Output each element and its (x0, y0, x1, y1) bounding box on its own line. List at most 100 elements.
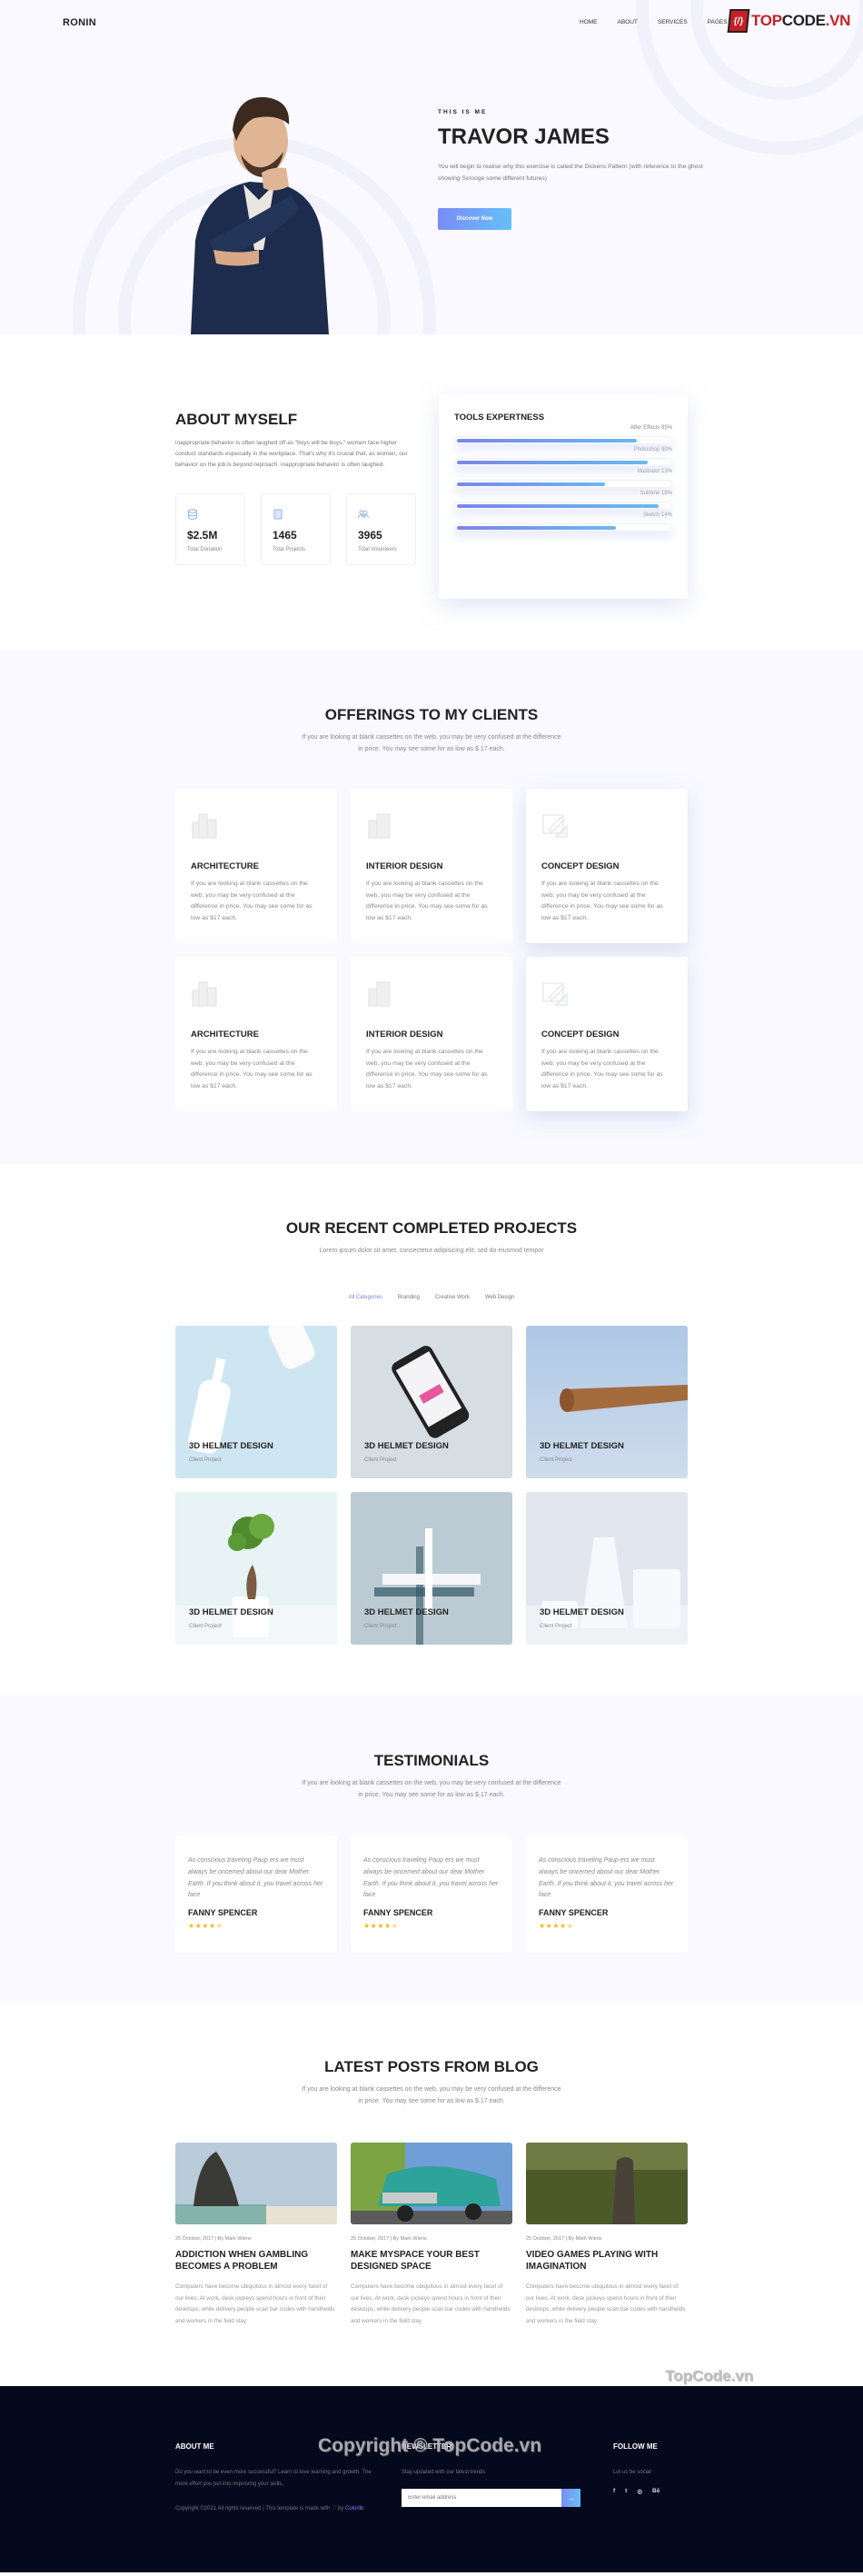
nav-about[interactable]: ABOUT (618, 19, 638, 25)
site-header: RONIN HOME ABOUT SERVICES PAGES {/} TOPC… (0, 0, 863, 45)
project-subtitle: Client Project (540, 1624, 572, 1629)
pen-ruler-photo (374, 1528, 481, 1645)
card-title: CONCEPT DESIGN (541, 861, 620, 871)
nav-pages[interactable]: PAGES (708, 19, 728, 25)
filter-creative-work[interactable]: Creative Work (435, 1295, 470, 1300)
projects-grid: 3D HELMET DESIGN Client Project 3D HELME… (175, 1326, 688, 1645)
post-meta: 25 October, 2017 | By Mark Wiens (175, 2236, 252, 2242)
phone-photo (392, 1346, 470, 1438)
project-card[interactable]: 3D HELMET DESIGN Client Project (175, 1326, 337, 1478)
stat-label: Total Volunteers (358, 547, 397, 552)
project-title: 3D HELMET DESIGN (540, 1441, 624, 1451)
about-description: inappropriate behavior is often laughed … (175, 440, 408, 468)
forest-rock-photo (526, 2143, 688, 2224)
tool-item: Sublime 18% (454, 491, 672, 510)
footer-about-title: ABOUT ME (175, 2442, 214, 2451)
tools-expertise-card: TOOLS EXPERTNESS After Effects 85% Photo… (439, 394, 688, 599)
testimonials-header: TESTIMONIALS If you are looking at blank… (0, 1752, 863, 1801)
progress-fill (457, 439, 638, 443)
nav-services[interactable]: SERVICES (658, 19, 688, 25)
footer-about: ABOUT ME Do you want to be even more suc… (175, 2442, 384, 2515)
testimonials-title: TESTIMONIALS (373, 1752, 490, 1769)
star-full-icon: ★ (363, 1922, 371, 1931)
star-full-icon: ★ (560, 1922, 567, 1931)
testimonials-subtitle: If you are looking at blank cassettes on… (302, 1780, 561, 1798)
progress-track (454, 502, 672, 510)
project-filters: All Categories Branding Creative Work We… (0, 1295, 863, 1300)
hero-content: THIS IS ME TRAVOR JAMES You will begin t… (438, 109, 710, 230)
star-full-icon: ★ (539, 1922, 546, 1931)
star-half-icon: ★ (215, 1922, 223, 1931)
facebook-icon[interactable]: f (613, 2488, 615, 2495)
project-card[interactable]: 3D HELMET DESIGN Client Project (351, 1492, 512, 1645)
main-nav: HOME ABOUT SERVICES PAGES (580, 19, 728, 25)
hero-kicker: THIS IS ME (438, 109, 488, 115)
project-card[interactable]: 3D HELMET DESIGN Client Project (175, 1492, 337, 1645)
offering-card[interactable]: CONCEPT DESIGN If you are looking at bla… (526, 957, 688, 1111)
post-title[interactable]: VIDEO GAMES PLAYING WITH IMAGINATION (526, 2250, 688, 2273)
card-description: If you are looking at blank cassettes on… (366, 1049, 488, 1089)
hero-description: You will begin to realise why this exerc… (438, 164, 703, 182)
post-image[interactable] (526, 2143, 688, 2224)
post-excerpt: Computers have become ubiquitous in almo… (526, 2283, 686, 2325)
filter-all-categories[interactable]: All Categories (349, 1295, 382, 1300)
subscribe-button[interactable]: → (561, 2488, 580, 2507)
tool-item: Sketch 14% (454, 512, 672, 532)
footer-follow-text: Let us be social (613, 2470, 651, 2475)
offering-card[interactable]: ARCHITECTURE If you are looking at blank… (175, 957, 337, 1111)
post-title[interactable]: ADDICTION WHEN GAMBLING BECOMES A PROBLE… (175, 2250, 337, 2273)
footer-about-text: Do you want to be even more successful? … (175, 2470, 372, 2487)
hero-person-photo (191, 96, 329, 334)
project-subtitle: Client Project (189, 1457, 222, 1463)
progress-fill (457, 504, 660, 508)
code-bracket-icon: {/} (727, 9, 750, 33)
stat-card: 3965 Total Volunteers (346, 493, 416, 565)
behance-icon[interactable]: Bē (652, 2488, 660, 2495)
beach-rock-photo (175, 2143, 337, 2224)
tools-list: After Effects 85% Photoshop 90% Illustra… (454, 425, 672, 532)
filter-web-design[interactable]: Web Design (485, 1295, 515, 1300)
colorlib-link[interactable]: Colorlib (345, 2506, 363, 2511)
post-image[interactable] (351, 2143, 512, 2224)
offering-card[interactable]: INTERIOR DESIGN If you are looking at bl… (351, 789, 512, 943)
project-subtitle: Client Project (189, 1624, 222, 1629)
stats-row: $2.5M Total Donation 1465 Total Projects… (175, 493, 416, 565)
dribbble-icon[interactable]: ◎ (637, 2488, 642, 2495)
buildings-icon (192, 813, 217, 839)
users-icon (358, 509, 369, 520)
project-card[interactable]: 3D HELMET DESIGN Client Project (526, 1492, 688, 1645)
offering-card[interactable]: ARCHITECTURE If you are looking at blank… (175, 789, 337, 943)
project-card[interactable]: 3D HELMET DESIGN Client Project (526, 1326, 688, 1478)
office-building-icon (368, 981, 391, 1007)
testimonial-author: FANNY SPENCER (188, 1908, 258, 1918)
filter-branding[interactable]: Branding (398, 1295, 420, 1300)
offerings-grid: ARCHITECTURE If you are looking at blank… (175, 789, 688, 1111)
testimonial-card: As conscious traveling Paup ers we must … (175, 1835, 337, 1953)
blog-post: 25 October, 2017 | By Mark Wiens VIDEO G… (526, 2143, 688, 2328)
brand-text: TOPCODE.VN (751, 12, 851, 29)
offering-card[interactable]: CONCEPT DESIGN If you are looking at bla… (526, 789, 688, 943)
project-card[interactable]: 3D HELMET DESIGN Client Project (351, 1326, 512, 1478)
nav-home[interactable]: HOME (580, 19, 598, 25)
tool-label: Photoshop 90% (633, 447, 672, 453)
offering-card[interactable]: INTERIOR DESIGN If you are looking at bl… (351, 957, 512, 1111)
project-title: 3D HELMET DESIGN (540, 1607, 624, 1617)
card-description: If you are looking at blank cassettes on… (541, 880, 663, 921)
projects-subtitle: Lorem ipsum dolor sit amet, consectetur … (319, 1248, 544, 1254)
star-full-icon: ★ (377, 1922, 385, 1931)
project-title: 3D HELMET DESIGN (189, 1607, 273, 1617)
card-description: If you are looking at blank cassettes on… (191, 1049, 312, 1089)
twitter-icon[interactable]: t (625, 2488, 627, 2495)
progress-track (454, 436, 672, 444)
hero-section: RONIN HOME ABOUT SERVICES PAGES {/} TOPC… (0, 0, 863, 334)
discover-now-button[interactable]: Discover Now (438, 208, 511, 230)
star-half-icon: ★ (566, 1922, 574, 1931)
card-title: ARCHITECTURE (191, 1029, 259, 1039)
vases-photo (526, 1537, 688, 1645)
post-image[interactable] (175, 2143, 337, 2224)
site-logo[interactable]: RONIN (63, 17, 96, 28)
post-title[interactable]: MAKE MYSPACE YOUR BEST DESIGNED SPACE (351, 2250, 512, 2273)
arrow-right-icon: → (567, 2492, 575, 2502)
email-input[interactable] (402, 2488, 561, 2507)
stat-label: Total Donation (187, 547, 223, 552)
